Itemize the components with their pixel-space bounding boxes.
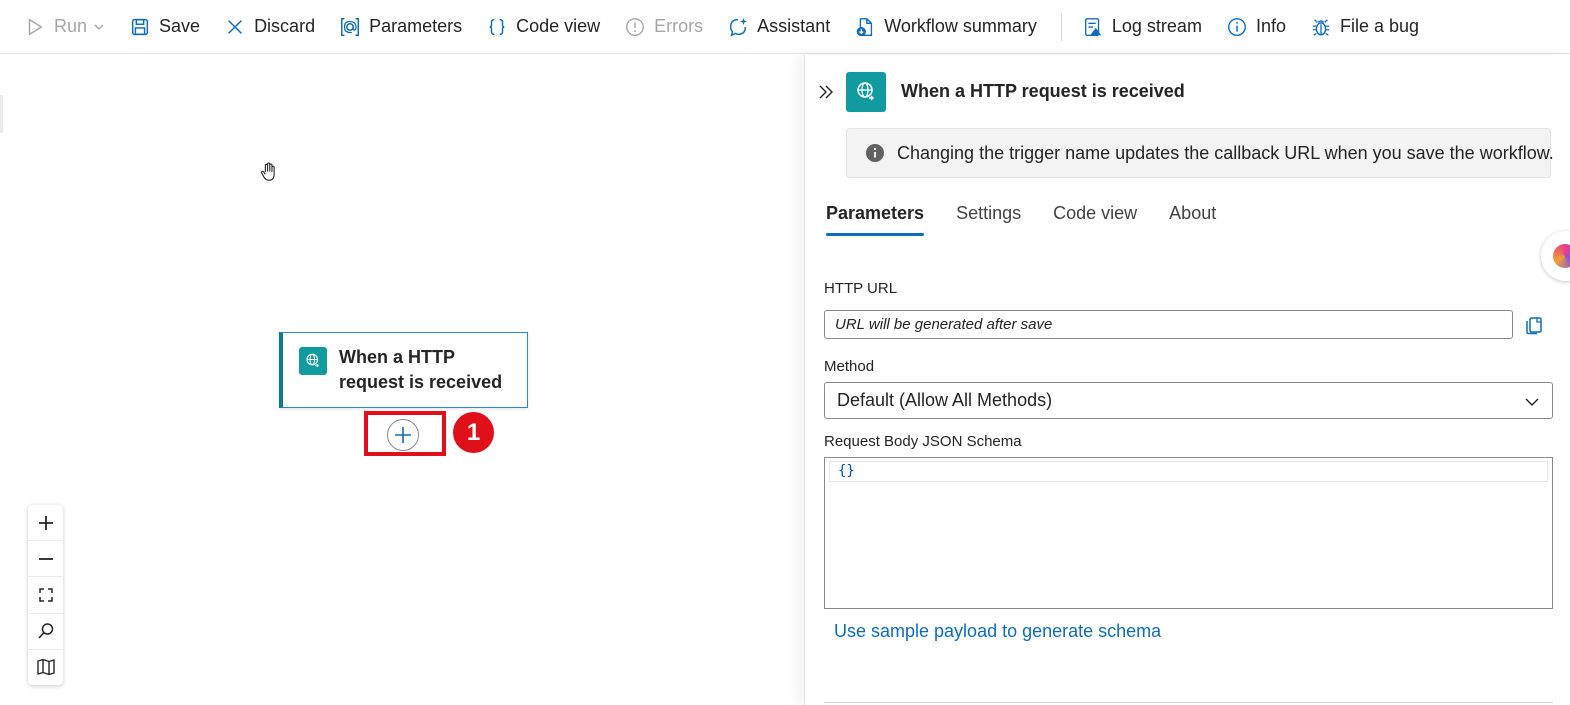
assistant-button[interactable]: Assistant — [721, 7, 836, 47]
save-icon — [131, 18, 149, 35]
braces-icon — [489, 18, 505, 35]
node-title: When a HTTP request is received — [339, 347, 503, 392]
info-filled-icon — [866, 144, 884, 162]
save-label: Save — [159, 16, 201, 36]
run-button[interactable]: Run — [18, 7, 111, 47]
assistant-icon — [730, 17, 748, 37]
designer-canvas[interactable]: When a HTTP request is received 1 — [0, 55, 804, 705]
chevron-down-icon — [94, 24, 104, 30]
tab-code-view[interactable]: Code view — [1053, 203, 1137, 236]
panel-http-request-icon — [846, 72, 886, 112]
file-bug-button[interactable]: File a bug — [1304, 7, 1425, 47]
map-icon — [36, 659, 55, 676]
workflow-summary-label: Workflow summary — [884, 16, 1037, 36]
method-label: Method — [824, 358, 875, 375]
code-view-label: Code view — [516, 16, 601, 36]
log-stream-icon — [1084, 17, 1102, 36]
toolbar: Run Save Discard Parameters Code view Er… — [0, 0, 1570, 54]
info-label: Info — [1255, 16, 1286, 36]
http-url-label: HTTP URL — [824, 280, 898, 297]
tab-settings[interactable]: Settings — [956, 203, 1021, 236]
fit-view-button[interactable] — [28, 577, 63, 614]
error-icon — [626, 17, 645, 36]
minimap-button[interactable] — [28, 650, 63, 685]
http-url-field[interactable]: URL will be generated after save — [824, 310, 1513, 339]
chevron-down-icon — [1525, 398, 1539, 406]
workflow-summary-button[interactable]: Workflow summary — [848, 7, 1043, 47]
info-message-text: Changing the trigger name updates the ca… — [897, 142, 1554, 163]
details-panel: When a HTTP request is received Changing… — [804, 55, 1570, 705]
insert-step-button[interactable] — [387, 419, 419, 451]
hand-cursor-icon — [260, 162, 275, 181]
errors-button[interactable]: Errors — [618, 7, 709, 47]
method-dropdown[interactable]: Default (Allow All Methods) — [824, 382, 1553, 419]
log-stream-button[interactable]: Log stream — [1076, 7, 1208, 47]
http-trigger-node[interactable]: When a HTTP request is received — [279, 332, 528, 408]
code-view-button[interactable]: Code view — [480, 7, 606, 47]
fit-view-icon — [38, 588, 53, 602]
info-button[interactable]: Info — [1220, 7, 1292, 47]
play-icon — [28, 18, 43, 35]
method-value: Default (Allow All Methods) — [837, 390, 1053, 410]
plus-icon — [38, 515, 53, 530]
panel-title[interactable]: When a HTTP request is received — [901, 81, 1185, 102]
zoom-controls — [28, 505, 63, 685]
parameters-icon — [341, 17, 360, 36]
sample-payload-link[interactable]: Use sample payload to generate schema — [834, 621, 1161, 642]
run-label: Run — [54, 16, 88, 36]
zoom-out-button[interactable] — [28, 541, 63, 578]
errors-label: Errors — [654, 16, 704, 36]
assistant-label: Assistant — [757, 16, 831, 36]
schema-label: Request Body JSON Schema — [824, 433, 1022, 450]
copilot-icon — [1553, 244, 1570, 268]
panel-tabs: Parameters Settings Code view About — [826, 203, 1248, 236]
parameters-label: Parameters — [369, 16, 463, 36]
search-icon — [37, 623, 53, 639]
close-icon — [228, 19, 242, 34]
collapse-panel-icon[interactable] — [815, 81, 837, 103]
info-icon — [1228, 17, 1246, 36]
tab-about[interactable]: About — [1169, 203, 1216, 236]
tab-parameters[interactable]: Parameters — [826, 203, 925, 236]
copy-icon[interactable] — [1523, 313, 1545, 335]
discard-label: Discard — [254, 16, 316, 36]
zoom-in-button[interactable] — [28, 505, 63, 542]
file-bug-label: File a bug — [1339, 16, 1420, 36]
schema-editor[interactable]: {} — [824, 457, 1553, 609]
minus-icon — [38, 557, 53, 560]
bug-icon — [1312, 18, 1330, 36]
toolbar-divider — [1060, 12, 1062, 41]
log-stream-label: Log stream — [1111, 16, 1202, 36]
schema-code-line: {} — [829, 461, 1548, 482]
save-button[interactable]: Save — [123, 7, 206, 47]
search-button[interactable] — [28, 614, 63, 650]
discard-button[interactable]: Discard — [218, 7, 321, 47]
step-badge: 1 — [453, 412, 494, 453]
info-message-bar: Changing the trigger name updates the ca… — [846, 128, 1554, 178]
document-download-icon — [856, 17, 873, 36]
http-request-icon — [299, 347, 327, 375]
parameters-button[interactable]: Parameters — [333, 7, 468, 47]
plus-icon — [395, 427, 411, 443]
panel-divider — [824, 702, 1553, 703]
canvas-edge-tab — [0, 95, 3, 133]
